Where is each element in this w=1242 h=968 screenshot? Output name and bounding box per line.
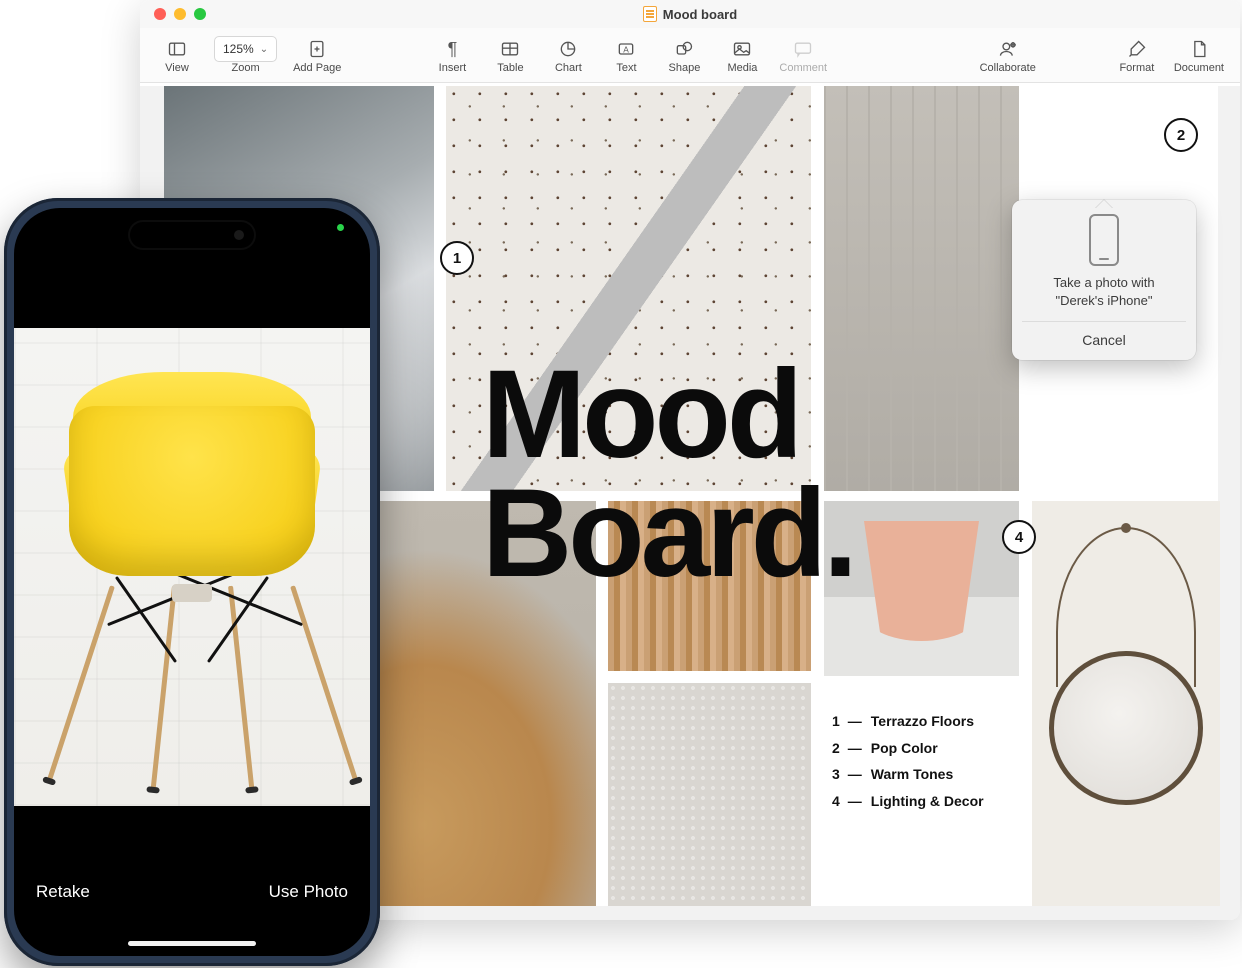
minimize-window-button[interactable] <box>174 8 186 20</box>
moodboard-image-fur[interactable] <box>608 683 811 906</box>
comment-label: Comment <box>779 62 827 74</box>
collaborate-icon <box>998 36 1018 62</box>
callout-badge-4[interactable]: 4 <box>1002 520 1036 554</box>
home-indicator[interactable] <box>128 941 256 946</box>
shape-label: Shape <box>669 62 701 74</box>
zoom-button[interactable]: 125% ⌄ Zoom <box>208 34 283 74</box>
media-button[interactable]: Media <box>715 34 769 74</box>
window-titlebar[interactable]: Mood board <box>140 0 1240 28</box>
popover-message: Take a photo with "Derek's iPhone" <box>1022 274 1186 321</box>
document-button[interactable]: Document <box>1168 34 1230 74</box>
format-button[interactable]: Format <box>1110 34 1164 74</box>
view-button[interactable]: View <box>150 34 204 74</box>
window-title: Mood board <box>140 6 1240 22</box>
add-page-icon <box>307 36 327 62</box>
window-title-text: Mood board <box>663 7 737 22</box>
iphone-device: Retake Use Photo <box>4 198 380 966</box>
text-button[interactable]: A Text <box>599 34 653 74</box>
zoom-window-button[interactable] <box>194 8 206 20</box>
pages-document-icon <box>643 6 657 22</box>
camera-controls: Retake Use Photo <box>14 806 370 956</box>
chair-seat <box>69 406 315 576</box>
table-icon <box>500 36 520 62</box>
table-button[interactable]: Table <box>483 34 537 74</box>
format-label: Format <box>1119 62 1154 74</box>
callout-badge-2[interactable]: 2 <box>1164 118 1198 152</box>
text-label: Text <box>616 62 636 74</box>
legend-item: 4—Lighting & Decor <box>832 788 984 815</box>
insert-label: Insert <box>439 62 467 74</box>
pie-chart-icon <box>558 36 578 62</box>
insert-button[interactable]: ¶ Insert <box>425 34 479 74</box>
image-icon <box>732 36 752 62</box>
traffic-lights <box>140 8 206 20</box>
zoom-value-pill: 125% ⌄ <box>214 36 277 62</box>
sidebar-icon <box>167 36 187 62</box>
add-page-label: Add Page <box>293 62 341 74</box>
paintbrush-icon <box>1127 36 1147 62</box>
legend-item: 3—Warm Tones <box>832 761 984 788</box>
table-label: Table <box>497 62 523 74</box>
continuity-camera-popover: Take a photo with "Derek's iPhone" Cance… <box>1012 200 1196 360</box>
comment-icon <box>793 36 813 62</box>
legend-item: 2—Pop Color <box>832 735 984 762</box>
camera-preview[interactable] <box>14 328 370 806</box>
page-headline[interactable]: Mood Board. <box>482 356 854 594</box>
document-icon <box>1189 36 1209 62</box>
media-label: Media <box>727 62 757 74</box>
camera-active-indicator <box>337 224 344 231</box>
collaborate-label: Collaborate <box>980 62 1036 74</box>
mirror-face <box>1049 651 1203 805</box>
chair-hub <box>172 584 212 602</box>
view-label: View <box>165 62 189 74</box>
chart-label: Chart <box>555 62 582 74</box>
headline-line2: Board. <box>482 464 854 603</box>
textbox-icon: A <box>616 36 636 62</box>
retake-button[interactable]: Retake <box>36 882 90 902</box>
zoom-label: Zoom <box>231 62 259 74</box>
add-page-button[interactable]: Add Page <box>287 34 347 74</box>
document-label: Document <box>1174 62 1224 74</box>
comment-button: Comment <box>773 34 833 74</box>
pilcrow-icon: ¶ <box>448 36 458 62</box>
popover-cancel-button[interactable]: Cancel <box>1022 321 1186 360</box>
callout-badge-1[interactable]: 1 <box>440 241 474 275</box>
toolbar: View 125% ⌄ Zoom Add Page ¶ Insert Table <box>140 28 1240 83</box>
dynamic-island <box>128 220 256 250</box>
collaborate-button[interactable]: Collaborate <box>974 34 1042 74</box>
shape-button[interactable]: Shape <box>657 34 711 74</box>
chart-button[interactable]: Chart <box>541 34 595 74</box>
close-window-button[interactable] <box>154 8 166 20</box>
moodboard-image-mirror[interactable] <box>1032 501 1220 906</box>
iphone-screen: Retake Use Photo <box>14 208 370 956</box>
legend-list[interactable]: 1—Terrazzo Floors 2—Pop Color 3—Warm Ton… <box>832 708 984 814</box>
chevron-down-icon: ⌄ <box>260 44 268 55</box>
shape-icon <box>674 36 694 62</box>
iphone-outline-icon <box>1089 214 1119 266</box>
zoom-value: 125% <box>223 42 254 56</box>
svg-text:A: A <box>624 44 630 54</box>
use-photo-button[interactable]: Use Photo <box>269 882 348 902</box>
legend-item: 1—Terrazzo Floors <box>832 708 984 735</box>
